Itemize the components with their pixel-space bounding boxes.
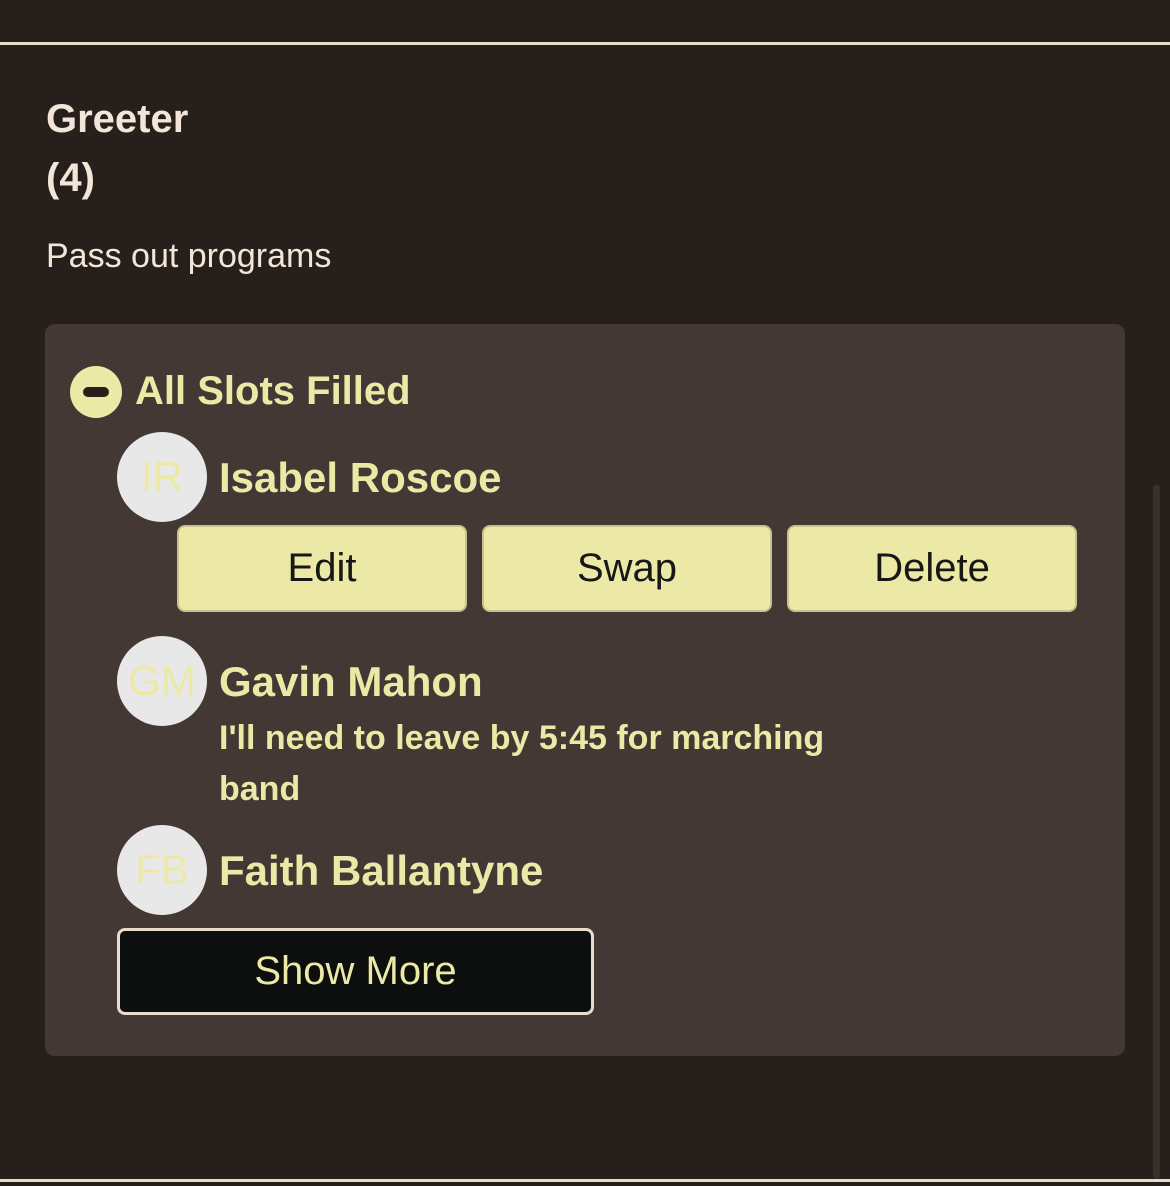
avatar: GM — [117, 636, 207, 726]
avatar: IR — [117, 432, 207, 522]
minus-circle-icon[interactable] — [70, 366, 122, 418]
role-description: Pass out programs — [46, 237, 332, 275]
show-more-button[interactable]: Show More — [117, 928, 594, 1015]
volunteer-name: Isabel Roscoe — [219, 454, 502, 501]
avatar-initials: GM — [128, 657, 196, 704]
swap-button[interactable]: Swap — [482, 525, 772, 612]
volunteer-name: Faith Ballantyne — [219, 847, 544, 894]
signup-page: Greeter (4) Pass out programs All Slots … — [0, 0, 1170, 1186]
volunteer-name: Gavin Mahon — [219, 658, 483, 705]
slots-status-label: All Slots Filled — [135, 369, 411, 413]
role-count: (4) — [46, 156, 95, 200]
slots-panel: All Slots Filled IR Isabel Roscoe Edit S… — [45, 324, 1125, 1056]
top-divider — [0, 42, 1170, 45]
role-title: Greeter — [46, 97, 189, 141]
delete-button[interactable]: Delete — [787, 525, 1077, 612]
avatar-initials: IR — [141, 453, 183, 500]
bottom-divider — [0, 1179, 1170, 1182]
avatar: FB — [117, 825, 207, 915]
scrollbar[interactable] — [1153, 485, 1160, 1179]
volunteer-note: I'll need to leave by 5:45 for marching … — [219, 719, 825, 808]
avatar-initials: FB — [135, 846, 189, 893]
minus-bar — [83, 387, 109, 397]
edit-button[interactable]: Edit — [177, 525, 467, 612]
